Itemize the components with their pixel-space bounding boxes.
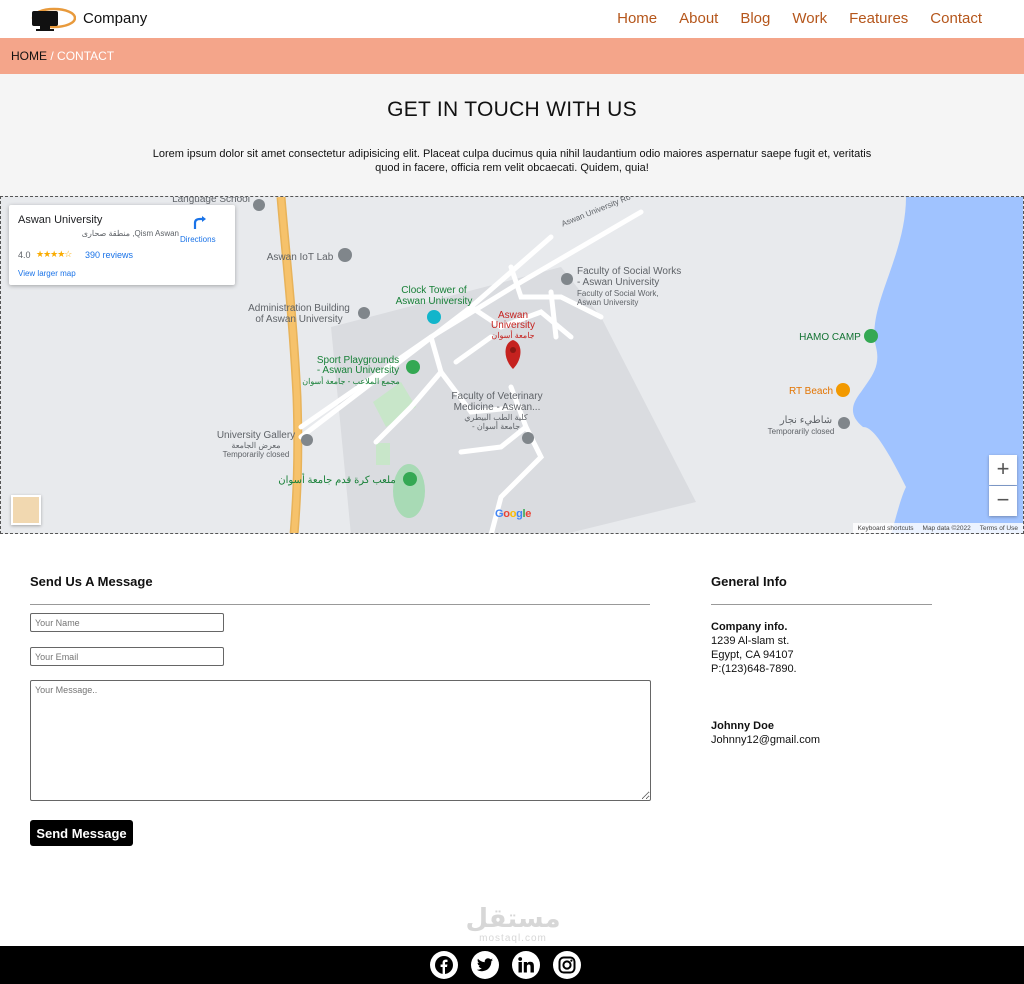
company-info-heading: Company info. — [711, 621, 788, 633]
hero-description: Lorem ipsum dolor sit amet consectetur a… — [152, 148, 872, 174]
monitor-logo-icon[interactable] — [28, 6, 76, 32]
map-label-beach-closed: Temporarily closed — [767, 427, 835, 436]
breadcrumb-home-link[interactable]: HOME — [11, 49, 47, 63]
main-menu: Home About Blog Work Features Contact — [617, 10, 982, 27]
nav-home-link[interactable]: Home — [617, 10, 657, 27]
name-input[interactable] — [30, 613, 224, 632]
info-divider — [711, 604, 932, 605]
company-info-block: Company info. 1239 Al-slam st. Egypt, CA… — [711, 620, 797, 676]
nav-about-link[interactable]: About — [679, 10, 718, 27]
directions-link[interactable]: Directions — [180, 235, 216, 244]
top-navbar: Company Home About Blog Work Features Co… — [0, 0, 1024, 38]
map-label-clock-2: Aswan University — [395, 296, 473, 307]
map-label-vet-1: Faculty of Veterinary — [451, 391, 543, 402]
zoom-out-button[interactable]: − — [989, 486, 1017, 516]
map-label-sport-ar: مجمع الملاعب - جامعة أسوان — [302, 377, 400, 386]
breadcrumb-current: CONTACT — [57, 49, 115, 63]
form-divider — [30, 604, 650, 605]
map-label-rt-beach: RT Beach — [788, 386, 834, 397]
map-place-card: Aswan University منطقة صحارى ,Qism Aswan… — [9, 205, 235, 285]
company-phone-line: P:(123)648-7890. — [711, 663, 797, 675]
map-label-gallery-3: Temporarily closed — [222, 450, 290, 459]
form-title: Send Us A Message — [30, 574, 153, 589]
view-larger-map-link[interactable]: View larger map — [18, 269, 76, 278]
breadcrumb-separator: / — [50, 49, 54, 63]
map-label-social-4: Aswan University — [577, 298, 639, 307]
contact-person-email[interactable]: Johnny12@gmail.com — [711, 733, 820, 747]
map-label-admin-1: Administration Building — [248, 303, 350, 314]
watermark-arabic: مستقل — [465, 904, 561, 934]
place-rating: 4.0 — [18, 250, 31, 260]
map-label-hamo-camp: HAMO CAMP — [799, 332, 861, 343]
general-info-title: General Info — [711, 574, 787, 589]
brand-name[interactable]: Company — [83, 10, 147, 27]
map-label-admin-2: of Aswan University — [255, 314, 343, 325]
pin-iot-lab[interactable] — [338, 248, 352, 262]
place-subtitle: منطقة صحارى ,Qism Aswan — [81, 229, 179, 238]
page-title: GET IN TOUCH WITH US — [387, 98, 637, 121]
pin-social-works[interactable] — [561, 273, 573, 285]
company-address-line: 1239 Al-slam st. — [711, 635, 790, 647]
keyboard-shortcuts-link[interactable]: Keyboard shortcuts — [858, 525, 914, 533]
linkedin-link[interactable] — [512, 951, 540, 979]
map-label-clock-1: Clock Tower of — [401, 285, 467, 296]
nav-features-link[interactable]: Features — [849, 10, 908, 27]
zoom-in-button[interactable]: + — [989, 455, 1017, 485]
place-title: Aswan University — [18, 214, 103, 226]
pin-football[interactable] — [403, 472, 417, 486]
email-input[interactable] — [30, 647, 224, 666]
contact-person-block: Johnny Doe Johnny12@gmail.com — [711, 719, 820, 747]
nav-blog-link[interactable]: Blog — [740, 10, 770, 27]
pin-vet[interactable] — [522, 432, 534, 444]
place-reviews-link[interactable]: 390 reviews — [85, 250, 133, 260]
map-label-sport-2: - Aswan University — [316, 365, 400, 376]
map-label-social-1: Faculty of Social Works — [577, 266, 682, 277]
street-view-pegman-icon[interactable] — [11, 495, 41, 525]
map-label-social-2: - Aswan University — [577, 277, 660, 288]
instagram-icon — [558, 956, 576, 974]
nav-contact-link[interactable]: Contact — [930, 10, 982, 27]
twitter-icon — [476, 958, 493, 972]
pin-language-school[interactable] — [253, 199, 265, 211]
nav-work-link[interactable]: Work — [792, 10, 827, 27]
map-label-iot-lab: Aswan IoT Lab — [266, 252, 334, 263]
footer — [0, 946, 1024, 984]
breadcrumb: HOME / CONTACT — [0, 38, 1024, 74]
contact-person-name: Johnny Doe — [711, 720, 774, 732]
map-label-vet-ar-2: - جامعة أسوان — [471, 422, 521, 431]
facebook-icon — [435, 956, 453, 974]
instagram-link[interactable] — [553, 951, 581, 979]
red-marker-center — [510, 347, 516, 353]
pin-hamo-camp[interactable] — [864, 329, 878, 343]
google-logo: Google — [495, 508, 532, 520]
pin-rt-beach[interactable] — [836, 383, 850, 397]
message-textarea[interactable] — [30, 680, 651, 801]
map-label-language-school: Language School — [172, 196, 250, 205]
company-city-line: Egypt, CA 94107 — [711, 649, 794, 661]
map-label-football-ar: ملعب كرة قدم جامعة أسوان — [278, 475, 396, 486]
terms-of-use-link[interactable]: Terms of Use — [980, 525, 1018, 533]
green-area-small — [376, 443, 390, 465]
embedded-map[interactable]: Language School Aswan IoT Lab Administra… — [0, 196, 1024, 534]
watermark-latin: mostaql.com — [479, 933, 547, 944]
map-attribution: Keyboard shortcuts Map data ©2022 Terms … — [852, 523, 1023, 533]
pin-clock-tower[interactable] — [427, 310, 441, 324]
linkedin-icon — [518, 957, 534, 973]
hero-section: GET IN TOUCH WITH US Lorem ipsum dolor s… — [0, 74, 1024, 196]
map-label-aswan-univ-ar: جامعة أسوان — [491, 331, 535, 340]
twitter-link[interactable] — [471, 951, 499, 979]
map-label-beach-ar: شاطيء نجار — [779, 415, 833, 426]
send-message-button[interactable]: Send Message — [30, 820, 133, 846]
facebook-link[interactable] — [430, 951, 458, 979]
map-data-text: Map data ©2022 — [922, 525, 971, 532]
directions-icon[interactable] — [192, 215, 208, 231]
place-rating-stars-icon: ★★★★☆ — [36, 249, 72, 259]
